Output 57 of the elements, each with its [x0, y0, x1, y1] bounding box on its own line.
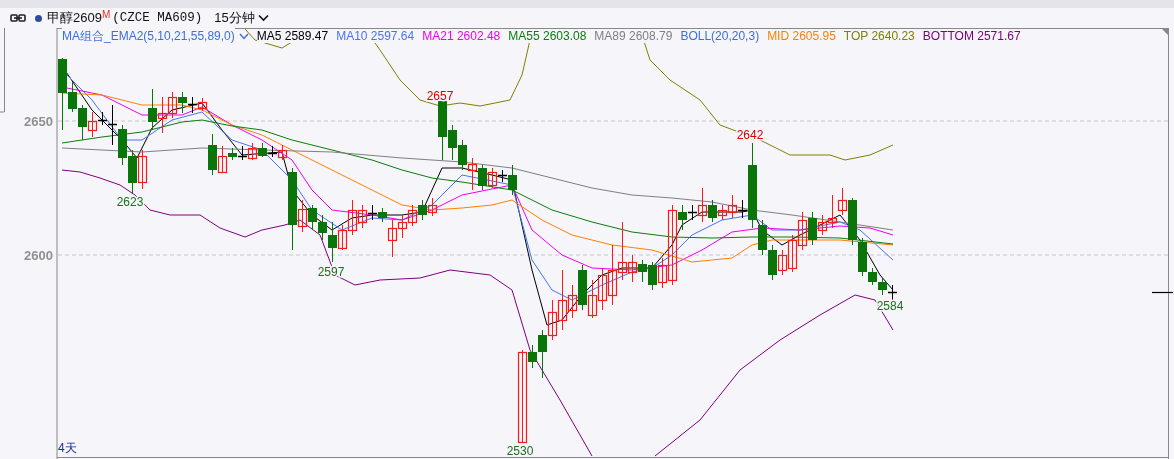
candlestick — [157, 96, 168, 134]
candlestick — [427, 197, 438, 217]
candlestick — [187, 96, 198, 114]
candlestick — [587, 279, 598, 319]
contract-name: 甲醇2609 — [47, 9, 102, 27]
candlestick — [267, 145, 278, 158]
indicator-value: TOP 2640.23 — [843, 29, 915, 43]
price-extreme-label: 2623 — [116, 195, 144, 209]
candlestick — [137, 149, 148, 190]
chevron-down-icon — [238, 32, 249, 40]
link-icon[interactable] — [10, 14, 26, 22]
candlestick — [607, 244, 618, 306]
candlestick — [878, 277, 887, 296]
price-extreme-label: 2530 — [506, 444, 534, 458]
candlestick — [78, 104, 87, 141]
indicator-value: MA55 2603.08 — [508, 29, 587, 43]
axis-tick-label: 2600 — [24, 248, 53, 263]
candlestick — [458, 139, 467, 171]
candlestick — [648, 261, 657, 291]
candlestick — [478, 164, 487, 191]
indicator-value: MID 2605.95 — [767, 29, 836, 43]
candlestick — [308, 204, 317, 231]
candlestick — [768, 244, 777, 281]
contract-suffix-label: M — [101, 9, 111, 20]
candlestick — [247, 142, 258, 161]
indicator-value: MA10 2597.64 — [336, 29, 415, 43]
contract-code: (CZCE MA609) — [112, 11, 203, 25]
candlestick — [237, 145, 248, 161]
chevron-down-icon — [257, 14, 269, 22]
candlestick — [128, 149, 137, 195]
candlestick — [178, 91, 187, 114]
range-label: 4天 — [58, 441, 77, 455]
current-price-marker — [1151, 291, 1174, 294]
candlestick — [197, 97, 208, 112]
candlestick — [797, 211, 808, 251]
candlestick — [407, 204, 418, 227]
axis-tick-label: 2650 — [24, 114, 53, 129]
period-dropdown[interactable]: 15分钟 — [214, 9, 269, 27]
candlestick — [148, 88, 157, 131]
candlestick — [277, 144, 288, 161]
corner-handle-icon[interactable] — [1162, 29, 1168, 35]
indicator-value: MA5 2589.47 — [256, 29, 329, 43]
candlestick — [418, 199, 427, 221]
candlestick — [118, 124, 127, 166]
candlestick — [887, 284, 898, 301]
indicator-value: BOTTOM 2571.67 — [922, 29, 1021, 43]
candlestick — [467, 157, 478, 191]
candlestick — [167, 91, 178, 119]
candlestick — [258, 142, 267, 158]
candlestick — [638, 259, 647, 283]
candlestick — [578, 264, 587, 311]
indicator-value: MA89 2608.79 — [594, 29, 673, 43]
price-extreme-label: 2657 — [426, 89, 454, 103]
status-dot — [35, 14, 42, 22]
candlestick — [597, 267, 608, 311]
indicator-value: MA21 2602.48 — [422, 29, 501, 43]
indicator-value: BOLL(20,20,3) — [680, 29, 760, 43]
